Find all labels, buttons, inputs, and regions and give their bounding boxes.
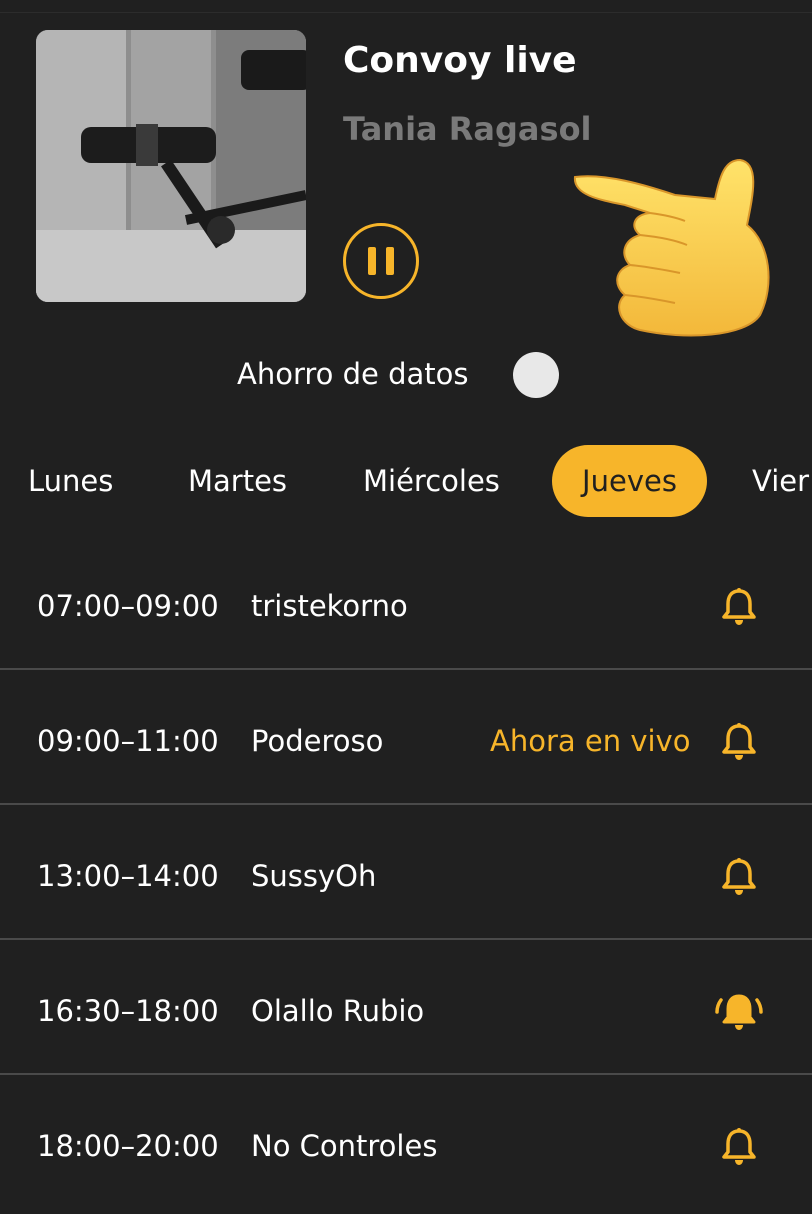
day-tabs: Lunes Martes Miércoles Jueves Vier: [0, 445, 812, 521]
cover-art: [36, 30, 306, 302]
show-time: 16:30–18:00: [37, 994, 219, 1028]
show-name: tristekorno: [251, 589, 408, 623]
show-time: 09:00–11:00: [37, 724, 219, 758]
top-divider: [0, 12, 812, 13]
show-name: Poderoso: [251, 724, 384, 758]
row-divider: [0, 938, 812, 940]
tab-martes[interactable]: Martes: [188, 445, 287, 517]
tab-lunes[interactable]: Lunes: [28, 445, 113, 517]
row-divider: [0, 803, 812, 805]
pause-icon: [368, 247, 376, 275]
host-name: Tania Ragasol: [343, 110, 592, 148]
show-name: SussyOh: [251, 859, 377, 893]
data-saver-toggle[interactable]: [513, 352, 559, 398]
schedule-row[interactable]: 16:30–18:00 Olallo Rubio: [0, 944, 812, 1079]
bell-icon[interactable]: [718, 856, 760, 898]
pause-button[interactable]: [343, 223, 419, 299]
schedule-row[interactable]: 07:00–09:00 tristekorno: [0, 539, 812, 674]
live-now-label: Ahora en vivo: [490, 724, 691, 758]
tab-viernes[interactable]: Vier: [752, 445, 809, 517]
bell-icon[interactable]: [718, 721, 760, 763]
show-name: No Controles: [251, 1129, 438, 1163]
bell-icon[interactable]: [718, 586, 760, 628]
row-divider: [0, 1073, 812, 1075]
station-title: Convoy live: [343, 40, 577, 81]
show-name: Olallo Rubio: [251, 994, 425, 1028]
tab-miercoles[interactable]: Miércoles: [363, 445, 500, 517]
pointing-hand-emoji: [573, 158, 770, 337]
tab-jueves[interactable]: Jueves: [552, 445, 707, 517]
data-saver-label: Ahorro de datos: [237, 357, 469, 391]
show-time: 18:00–20:00: [37, 1129, 219, 1163]
show-time: 07:00–09:00: [37, 589, 219, 623]
schedule-row[interactable]: 13:00–14:00 SussyOh: [0, 809, 812, 944]
bell-ringing-icon[interactable]: [714, 991, 764, 1033]
bell-icon[interactable]: [718, 1126, 760, 1168]
schedule-row[interactable]: 18:00–20:00 No Controles: [0, 1079, 812, 1214]
schedule-row[interactable]: 09:00–11:00 Poderoso Ahora en vivo: [0, 674, 812, 809]
show-time: 13:00–14:00: [37, 859, 219, 893]
row-divider: [0, 668, 812, 670]
